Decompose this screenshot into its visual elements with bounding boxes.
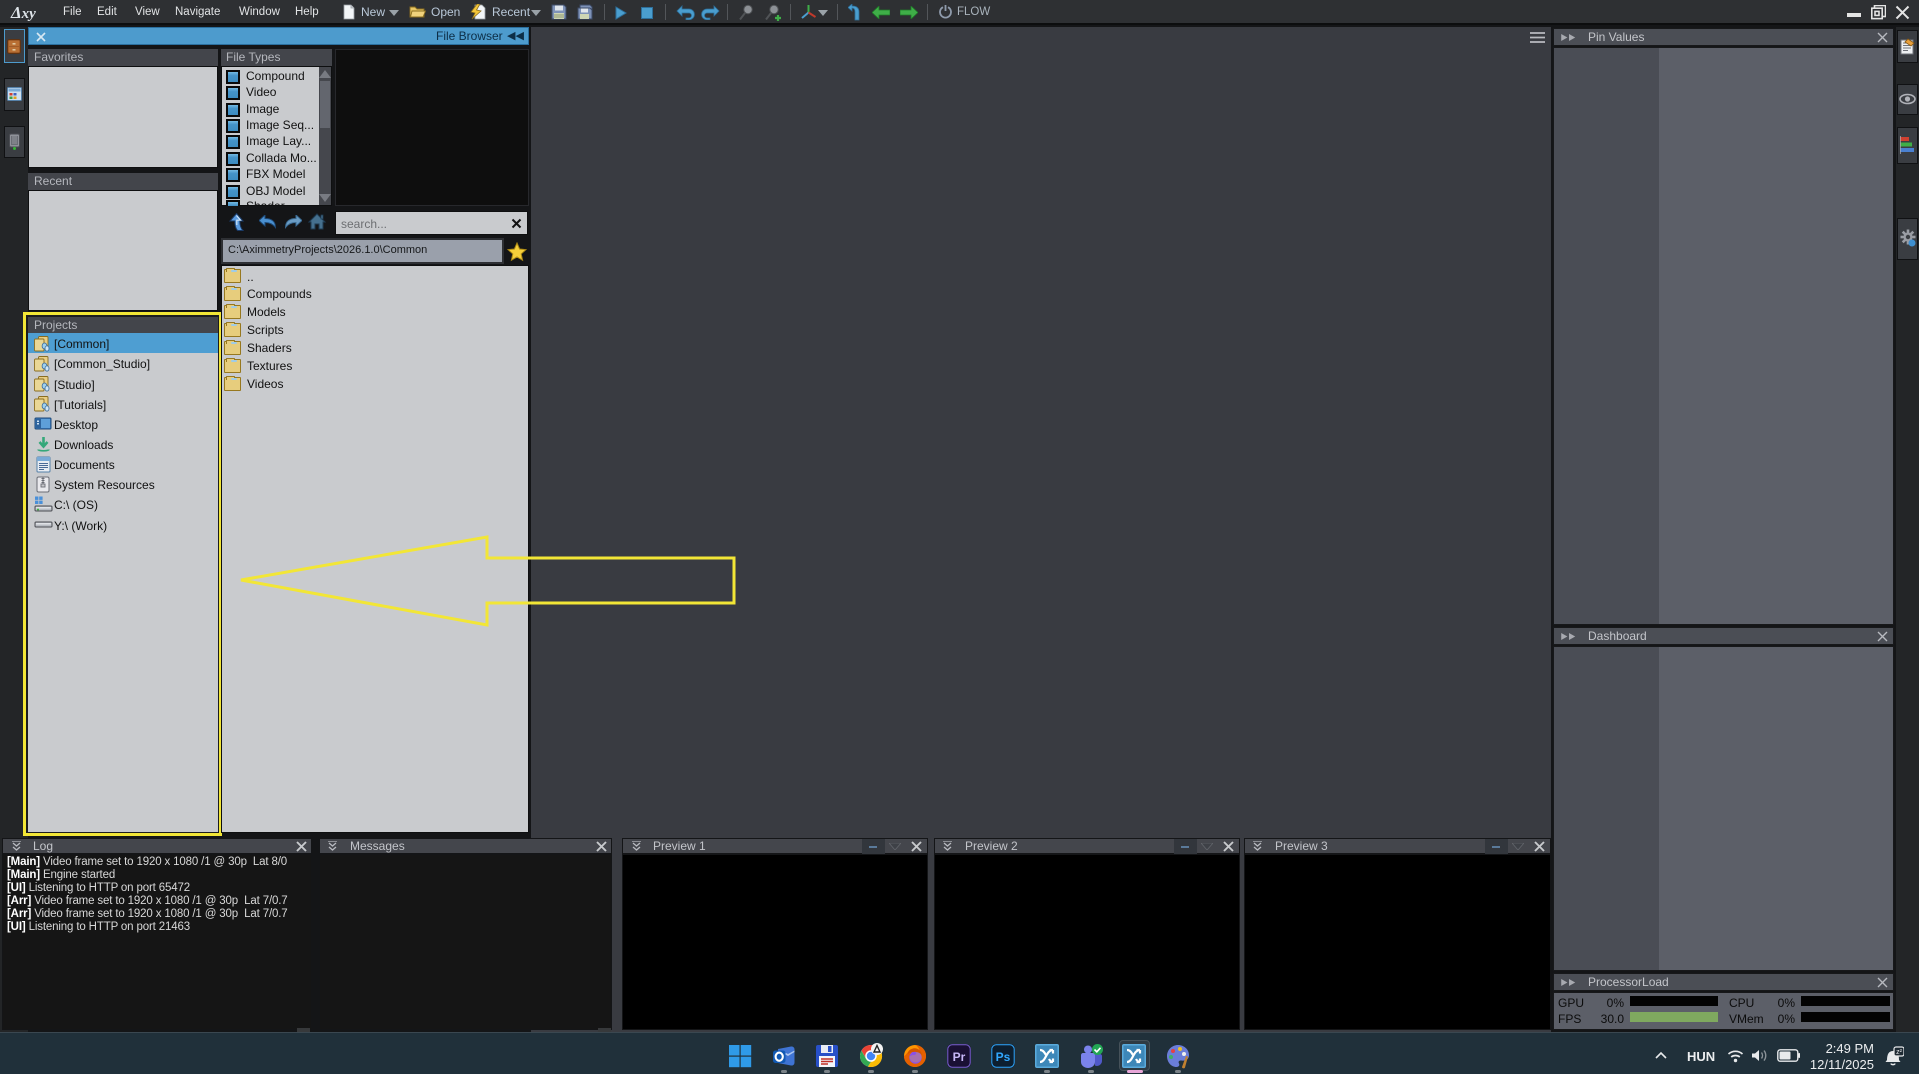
svg-text:Ps: Ps [996, 1050, 1011, 1064]
svg-text:z²: z² [1896, 1049, 1903, 1056]
svg-text:Pr: Pr [953, 1050, 966, 1064]
